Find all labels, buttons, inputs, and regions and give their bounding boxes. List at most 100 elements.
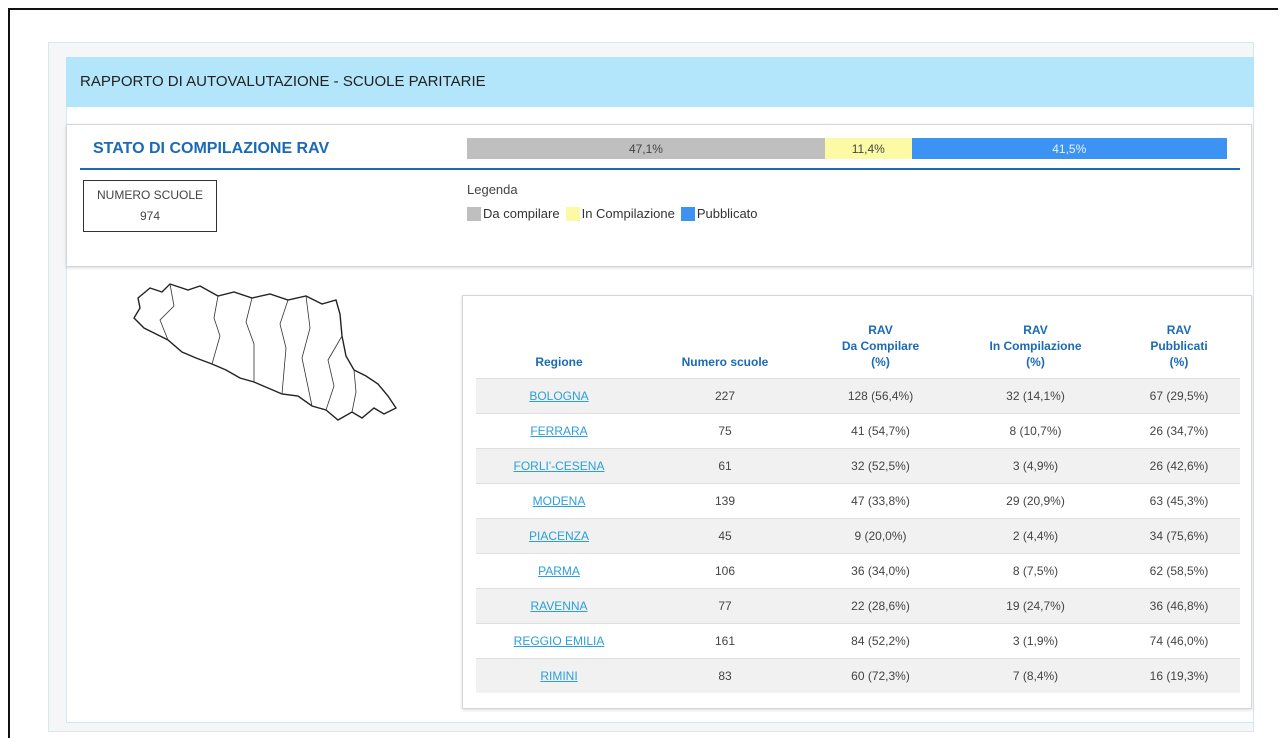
num-schools-value: 974 (139, 209, 161, 223)
region-link[interactable]: FORLI'-CESENA (514, 459, 605, 473)
col-rav-da-compilare-cell: 41 (54,7%) (808, 413, 953, 449)
col-rav-in-compilazione-cell: 2 (4,4%) (953, 518, 1118, 554)
col-regione-cell: MODENA (476, 483, 642, 519)
col-regione-cell: REGGIO EMILIA (476, 623, 642, 659)
legend-item: In Compilazione (565, 206, 675, 221)
col-regione-cell: RAVENNA (476, 588, 642, 624)
header-line: In Compilazione (989, 339, 1082, 353)
region-link[interactable]: FERRARA (530, 424, 587, 438)
col-rav-pubblicati-header: RAV Pubblicati (%) (1118, 306, 1240, 379)
col-rav-da-compilare-cell: 47 (33,8%) (808, 483, 953, 519)
col-regione-cell: PARMA (476, 553, 642, 589)
regions-table: Regione Numero scuole RAV Da Compilare (%) RA… (476, 306, 1240, 693)
header-bar: RAPPORTO DI AUTOVALUTAZIONE - SCUOLE PAR… (66, 57, 1254, 107)
col-rav-da-compilare-cell: 32 (52,5%) (808, 448, 953, 484)
col-rav-pubblicati-cell: 26 (42,6%) (1118, 448, 1240, 484)
region-link[interactable]: PIACENZA (529, 529, 589, 543)
col-regione-cell: PIACENZA (476, 518, 642, 554)
region-link[interactable]: REGGIO EMILIA (514, 634, 605, 648)
col-rav-pubblicati-cell: 74 (46,0%) (1118, 623, 1240, 659)
legend-label: Pubblicato (696, 206, 758, 221)
legend-item: Da compilare (467, 206, 560, 221)
legend-swatch (680, 206, 695, 221)
col-rav-in-compilazione-cell: 29 (20,9%) (953, 483, 1118, 519)
col-rav-in-compilazione-header: RAV In Compilazione (%) (953, 306, 1118, 379)
table-row: FORLI'-CESENA 61 32 (52,5%) 3 (4,9%) 26 (42,… (476, 448, 1240, 484)
bar-segment-label: 47,1% (628, 141, 663, 156)
col-rav-pubblicati-cell: 16 (19,3%) (1118, 658, 1240, 693)
col-numero-scuole-cell: 139 (642, 483, 808, 519)
header-line: (%) (1026, 355, 1045, 369)
region-link[interactable]: RIMINI (540, 669, 577, 683)
bar-segment-in-compilazione: 11,4% (824, 138, 912, 159)
region-link[interactable]: PARMA (538, 564, 580, 578)
legend-label: Da compilare (483, 206, 560, 221)
table-row: BOLOGNA 227 128 (56,4%) 32 (14,1%) 67 (29,5%… (476, 378, 1240, 414)
legend: Da compilare In Compilazione Pubblicato (467, 206, 764, 221)
col-numero-scuole-header: Numero scuole (642, 306, 808, 379)
header-line: RAV (868, 323, 893, 337)
col-numero-scuole-cell: 106 (642, 553, 808, 589)
region-link[interactable]: MODENA (533, 494, 586, 508)
col-rav-in-compilazione-cell: 32 (14,1%) (953, 378, 1118, 414)
bar-segment-da-compilare: 47,1% (467, 138, 825, 159)
bar-segment-label: 11,4% (851, 141, 885, 156)
col-numero-scuole-cell: 227 (642, 378, 808, 414)
col-rav-in-compilazione-cell: 7 (8,4%) (953, 658, 1118, 693)
legend-swatch (565, 206, 580, 221)
col-numero-scuole-cell: 161 (642, 623, 808, 659)
col-rav-pubblicati-cell: 63 (45,3%) (1118, 483, 1240, 519)
col-rav-da-compilare-cell: 22 (28,6%) (808, 588, 953, 624)
col-rav-da-compilare-cell: 128 (56,4%) (808, 378, 953, 414)
status-title: STATO DI COMPILAZIONE RAV (93, 140, 330, 157)
col-regione-cell: BOLOGNA (476, 378, 642, 414)
col-numero-scuole-cell: 77 (642, 588, 808, 624)
table-row: PIACENZA 45 9 (20,0%) 2 (4,4%) 34 (75,6%) (476, 518, 1240, 554)
legend-swatch (467, 206, 481, 221)
table-header-row: Regione Numero scuole RAV Da Compilare (%) RA… (476, 306, 1240, 379)
table-row: PARMA 106 36 (34,0%) 8 (7,5%) 62 (58,5%) (476, 553, 1240, 589)
region-map (133, 283, 398, 421)
col-regione-cell: FORLI'-CESENA (476, 448, 642, 484)
col-rav-da-compilare-cell: 84 (52,2%) (808, 623, 953, 659)
col-regione-header: Regione (476, 306, 642, 379)
col-rav-da-compilare-cell: 60 (72,3%) (808, 658, 953, 693)
col-rav-pubblicati-cell: 26 (34,7%) (1118, 413, 1240, 449)
header-line: (%) (1169, 355, 1189, 369)
col-rav-in-compilazione-cell: 3 (4,9%) (953, 448, 1118, 484)
header-line: Regione (535, 355, 583, 369)
legend-item: Pubblicato (680, 206, 758, 221)
col-rav-in-compilazione-cell: 8 (7,5%) (953, 553, 1118, 589)
header-line: Numero scuole (681, 355, 769, 369)
col-rav-in-compilazione-cell: 3 (1,9%) (953, 623, 1118, 659)
table-row: MODENA 139 47 (33,8%) 29 (20,9%) 63 (45,3%) (476, 483, 1240, 519)
status-underline (80, 168, 1240, 170)
region-link[interactable]: BOLOGNA (529, 389, 588, 403)
bar-segment-label: 41,5% (1052, 141, 1087, 156)
legend-label: In Compilazione (581, 206, 675, 221)
col-regione-cell: RIMINI (476, 658, 642, 693)
col-rav-da-compilare-cell: 36 (34,0%) (808, 553, 953, 589)
col-numero-scuole-cell: 61 (642, 448, 808, 484)
page-title: RAPPORTO DI AUTOVALUTAZIONE - SCUOLE PAR… (80, 73, 486, 90)
legend-title: Legenda (467, 182, 518, 197)
header-line: RAV (1166, 323, 1192, 337)
col-rav-in-compilazione-cell: 8 (10,7%) (953, 413, 1118, 449)
col-rav-pubblicati-cell: 34 (75,6%) (1118, 518, 1240, 554)
bar-segment-pubblicato: 41,5% (911, 138, 1227, 159)
col-regione-cell: FERRARA (476, 413, 642, 449)
col-rav-pubblicati-cell: 62 (58,5%) (1118, 553, 1240, 589)
col-rav-in-compilazione-cell: 19 (24,7%) (953, 588, 1118, 624)
col-numero-scuole-cell: 45 (642, 518, 808, 554)
num-schools-box: NUMERO SCUOLE 974 (83, 180, 217, 232)
header-line: RAV (1023, 323, 1048, 337)
region-link[interactable]: RAVENNA (530, 599, 587, 613)
table-row: REGGIO EMILIA 161 84 (52,2%) 3 (1,9%) 74 (46… (476, 623, 1240, 659)
header-line: (%) (871, 355, 890, 369)
table-row: RIMINI 83 60 (72,3%) 7 (8,4%) 16 (19,3%) (476, 658, 1240, 693)
col-numero-scuole-cell: 75 (642, 413, 808, 449)
region-outline (133, 283, 398, 421)
col-rav-pubblicati-cell: 67 (29,5%) (1118, 378, 1240, 414)
table-row: FERRARA 75 41 (54,7%) 8 (10,7%) 26 (34,7%) (476, 413, 1240, 449)
col-numero-scuole-cell: 83 (642, 658, 808, 693)
